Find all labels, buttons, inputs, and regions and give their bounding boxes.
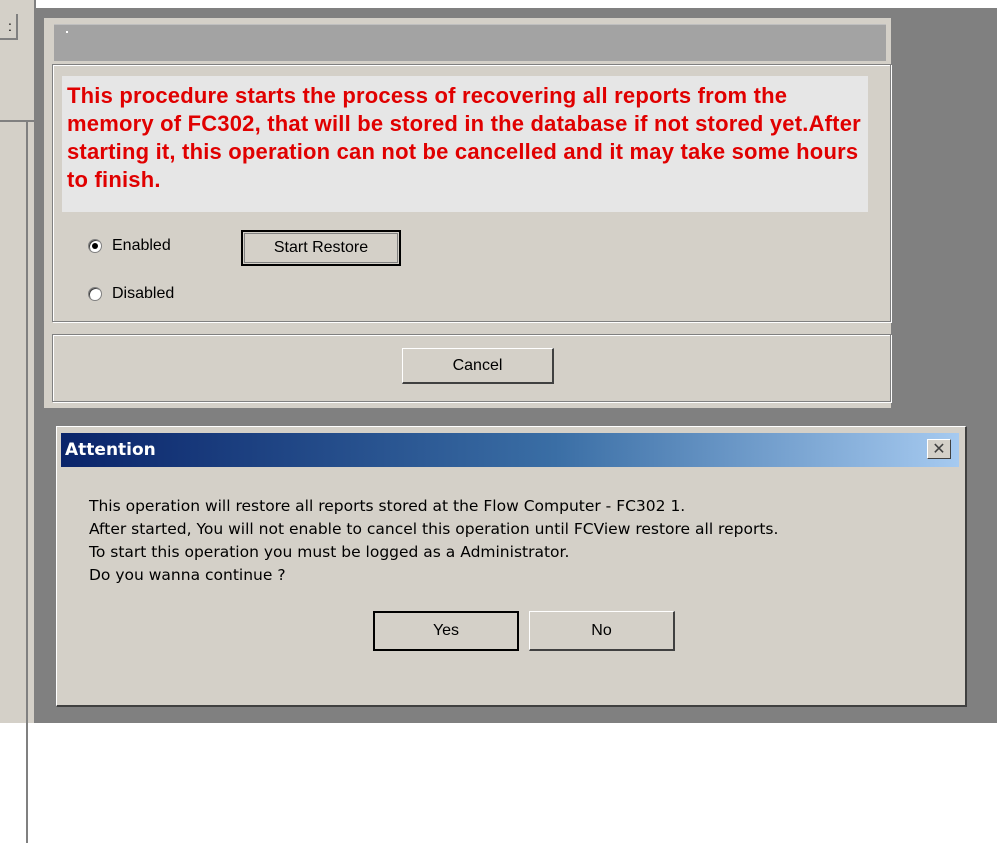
message-line: Do you wanna continue ? [89, 566, 286, 584]
panel-divider [0, 120, 34, 122]
start-restore-button[interactable]: Start Restore [241, 230, 401, 266]
warning-message: This procedure starts the process of rec… [62, 76, 868, 212]
radio-enabled-label: Enabled [112, 237, 171, 254]
yes-button[interactable]: Yes [373, 611, 519, 651]
message-line: This operation will restore all reports … [89, 497, 686, 515]
radio-enabled-circle[interactable] [88, 239, 102, 253]
radio-disabled-circle[interactable] [88, 287, 102, 301]
attention-titlebar[interactable]: Attention ✕ [61, 433, 959, 467]
partial-button[interactable]: : [0, 14, 18, 40]
background-window-edge: : [0, 0, 36, 843]
title-dot [66, 31, 68, 33]
attention-message: This operation will restore all reports … [89, 495, 778, 587]
restore-window: This procedure starts the process of rec… [44, 18, 893, 410]
restore-window-titlebar[interactable] [54, 24, 886, 61]
window-border [34, 0, 36, 723]
message-line: After started, You will not enable to ca… [89, 520, 779, 538]
message-line: To start this operation you must be logg… [89, 543, 570, 561]
close-icon[interactable]: ✕ [927, 439, 951, 459]
cancel-button[interactable]: Cancel [402, 348, 554, 384]
radio-disabled[interactable]: Disabled [88, 285, 174, 303]
partial-button-glyph: : [8, 18, 12, 34]
panel-inner-border [26, 120, 28, 843]
attention-dialog: Attention ✕ This operation will restore … [56, 426, 967, 707]
radio-disabled-label: Disabled [112, 285, 175, 302]
attention-title: Attention [65, 440, 156, 460]
no-button[interactable]: No [529, 611, 675, 651]
radio-enabled[interactable]: Enabled [88, 237, 171, 255]
radio-selected-dot [92, 243, 98, 249]
